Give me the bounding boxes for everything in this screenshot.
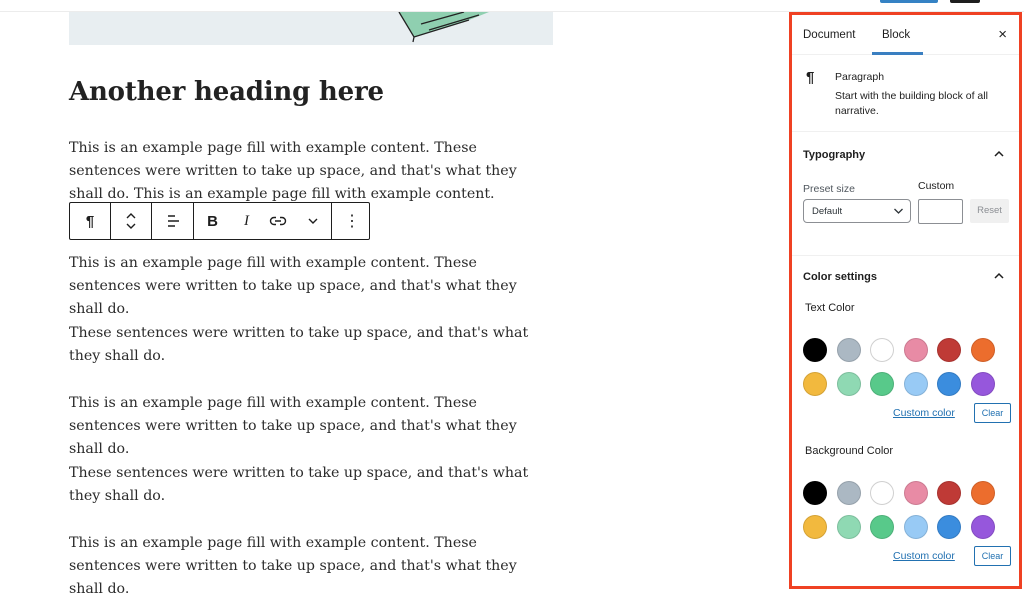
color-swatch-cyan-bluish-gray[interactable] [836,481,861,505]
color-swatch-luminous-vivid-amber[interactable] [803,372,827,396]
color-swatch-vivid-red[interactable] [937,481,961,505]
more-formats-button[interactable] [294,203,331,239]
color-swatch-pale-pink[interactable] [903,481,928,505]
preset-size-label: Preset size [803,183,855,195]
alignment-group [152,203,194,239]
text-color-label: Text Color [805,302,855,314]
color-swatch-luminous-vivid-orange[interactable] [970,481,995,505]
more-vertical-icon: ⋮ [344,213,360,230]
color-swatch-cyan-bluish-gray[interactable] [836,338,861,362]
move-up-down-icon [126,213,136,229]
chevron-down-icon [894,208,903,214]
paragraph-block[interactable]: This is an example page fill with exampl… [69,252,549,321]
background-color-label: Background Color [805,445,894,457]
color-swatch-light-green-cyan[interactable] [836,515,861,539]
color-swatch-vivid-green-cyan[interactable] [870,515,894,539]
link-icon [269,216,287,226]
color-swatch-white[interactable] [870,481,894,505]
background-color-palette [803,481,1003,539]
chevron-up-icon[interactable] [993,270,1005,282]
color-swatch-black[interactable] [803,338,827,362]
color-swatch-vivid-cyan-blue[interactable] [937,372,961,396]
color-swatch-pale-cyan-blue[interactable] [903,515,928,539]
paragraph-block[interactable]: These sentences were written to take up … [69,322,549,368]
bold-button[interactable]: B [194,203,231,239]
block-toolbar: ¶ B I ⋮ [69,202,370,240]
color-swatch-vivid-red[interactable] [937,338,961,362]
mover-group [111,203,152,239]
move-block-button[interactable] [111,203,151,239]
preset-size-value: Default [812,206,843,217]
close-sidebar-button[interactable]: × [998,15,1007,55]
color-swatch-luminous-vivid-amber[interactable] [803,515,827,539]
block-description: Start with the building block of all nar… [835,90,988,117]
paragraph-icon: ¶ [806,69,815,86]
tab-block-label: Block [882,29,911,41]
color-swatch-vivid-purple[interactable] [970,372,995,396]
align-left-icon [167,215,179,227]
align-button[interactable] [152,203,193,239]
color-swatch-pale-pink[interactable] [903,338,928,362]
cover-image [69,12,553,45]
reset-font-size-button[interactable]: Reset [970,199,1009,223]
paragraph-block[interactable]: These sentences were written to take up … [69,462,549,508]
color-swatch-luminous-vivid-orange[interactable] [970,338,995,362]
link-button[interactable] [262,203,294,239]
color-swatch-light-green-cyan[interactable] [836,372,861,396]
color-settings-panel-toggle[interactable]: Color settings [803,271,877,283]
more-options-button[interactable]: ⋮ [332,203,372,239]
paragraph-block[interactable]: This is an example page fill with exampl… [69,532,549,593]
paragraph-type-button[interactable]: ¶ [70,203,110,239]
color-swatch-vivid-cyan-blue[interactable] [937,515,961,539]
color-swatch-vivid-green-cyan[interactable] [870,372,894,396]
color-swatch-vivid-purple[interactable] [970,515,995,539]
text-color-palette [803,338,1003,396]
custom-size-label: Custom [918,180,955,192]
leaf-illustration-icon [398,12,489,43]
tab-block[interactable]: Block [872,15,924,55]
typography-panel-toggle[interactable]: Typography [803,149,865,161]
color-swatch-pale-cyan-blue[interactable] [903,372,928,396]
options-group: ⋮ [332,203,372,239]
paragraph-block[interactable]: This is an example page fill with exampl… [69,392,549,461]
preset-size-select[interactable]: Default [803,199,911,223]
editor-header [0,0,1024,12]
typography-panel: Typography Preset size Custom Default Re… [792,132,1019,256]
text-custom-color-link[interactable]: Custom color [893,407,955,419]
chevron-down-icon [308,218,317,224]
custom-size-input[interactable] [918,199,963,224]
close-icon: × [998,26,1007,43]
italic-button[interactable]: I [231,203,262,239]
text-color-clear-button[interactable]: Clear [974,403,1011,423]
format-group: B I [194,203,332,239]
block-settings-sidebar: Document Block × ¶ Paragraph Start with … [789,12,1022,589]
paragraph-icon: ¶ [85,212,95,230]
block-type-group: ¶ [70,203,111,239]
chevron-up-icon[interactable] [993,148,1005,160]
bold-icon: B [207,212,218,230]
tab-document[interactable]: Document [803,15,855,55]
background-color-clear-button[interactable]: Clear [974,546,1011,566]
heading-block[interactable]: Another heading here [69,77,384,107]
block-card: ¶ Paragraph Start with the building bloc… [792,55,1019,132]
settings-toggle-button[interactable] [950,0,980,3]
publish-button[interactable] [880,0,938,3]
block-title: Paragraph [835,71,885,83]
color-settings-panel: Color settings Text Color Custom color C… [792,256,1019,588]
background-custom-color-link[interactable]: Custom color [893,550,955,562]
tab-document-label: Document [803,29,856,41]
sidebar-tabs: Document Block × [792,15,1019,55]
italic-icon: I [244,212,249,229]
color-swatch-white[interactable] [870,338,894,362]
color-swatch-black[interactable] [803,481,827,505]
